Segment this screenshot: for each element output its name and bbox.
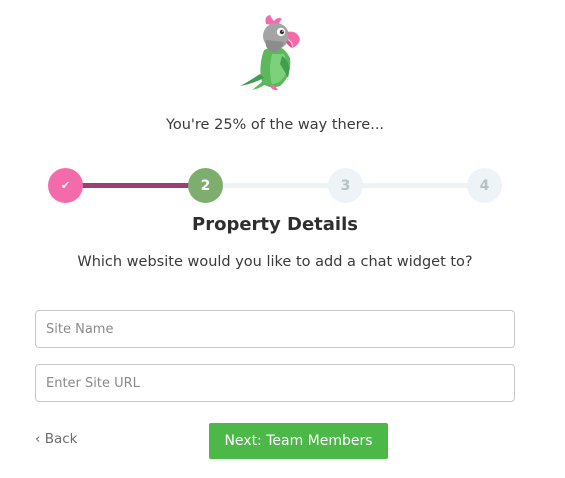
parrot-logo-icon	[234, 12, 314, 92]
progress-text: You're 25% of the way there...	[165, 117, 385, 133]
next-team-members-button[interactable]: Next: Team Members	[209, 423, 388, 459]
step-4-label: 4	[479, 177, 490, 194]
progress-track-fill	[65, 183, 205, 188]
site-url-input[interactable]	[35, 364, 515, 402]
page-title: Property Details	[192, 214, 358, 235]
step-3-label: 3	[340, 177, 351, 194]
step-4-upcoming: 4	[467, 168, 502, 203]
back-link[interactable]: ‹ Back	[35, 431, 77, 447]
step-1-completed: ✔	[48, 168, 83, 203]
step-3-upcoming: 3	[328, 168, 363, 203]
step-2-current: 2	[188, 168, 223, 203]
site-name-input[interactable]	[35, 310, 515, 348]
checkmark-icon: ✔	[60, 179, 71, 192]
step-2-label: 2	[200, 177, 211, 194]
progress-stepper: ✔ 2 3 4	[48, 168, 502, 204]
page-subtitle: Which website would you like to add a ch…	[77, 254, 473, 270]
